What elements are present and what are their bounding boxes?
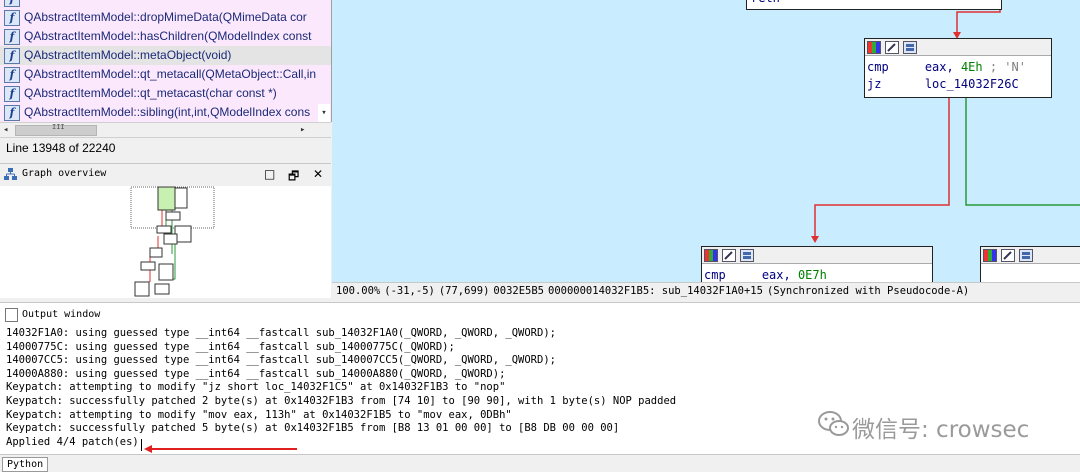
scroll-right-arrow[interactable]: ▸	[300, 123, 305, 137]
file-offset: 0032E5B5	[493, 285, 544, 297]
line-status: Line 13948 of 22240	[6, 141, 116, 155]
function-icon: f	[4, 105, 20, 121]
function-name: QAbstractItemModel::dropMimeData(QMimeDa…	[24, 10, 307, 24]
current-address: 000000014032F1B5: sub_14032F1A0+15	[548, 285, 763, 297]
block-header	[702, 247, 932, 264]
watermark: 微信号: crowsec	[818, 408, 1078, 444]
output-line: 14000A880: using guessed type __int64 __…	[6, 367, 506, 380]
group-icon[interactable]	[1019, 249, 1033, 262]
output-line: Keypatch: successfully patched 2 byte(s)…	[6, 395, 677, 407]
function-name: QAbstractItemModel::hasChildren(QModelIn…	[24, 29, 312, 43]
function-icon: f	[4, 0, 20, 7]
float-button[interactable]: 🗗	[288, 167, 299, 188]
output-line: Keypatch: attempting to modify "jz short…	[6, 381, 506, 394]
output-line: Keypatch: successfully patched 5 byte(s)…	[6, 422, 620, 435]
instruction-jz[interactable]: jz loc_14032F26C	[867, 77, 1019, 91]
close-button[interactable]: ✕	[313, 167, 323, 181]
cursor-position: (-31,-5)	[384, 285, 435, 297]
output-window-title: Output window	[22, 309, 101, 320]
python-button[interactable]: Python	[2, 457, 49, 472]
function-list[interactable]: f fQAbstractItemModel::dropMimeData(QMim…	[0, 0, 332, 122]
function-list-item[interactable]: f QAbstractItemModel::dropMimeData(QMimeD…	[0, 8, 331, 27]
zoom-level: 100.00%	[336, 285, 381, 297]
rename-icon[interactable]	[1001, 249, 1015, 262]
graph-overview-icon	[4, 168, 17, 180]
rename-icon[interactable]	[885, 41, 899, 54]
function-list-item[interactable]: f QAbstractItemModel::metaObject(void)	[0, 46, 331, 65]
output-line: 140007CC5: using guessed type __int64 __…	[6, 354, 556, 367]
output-line: 14032F1A0: using guessed type __int64 __…	[6, 327, 556, 339]
function-icon: f	[4, 86, 20, 102]
function-list-item[interactable]: f QAbstractItemModel::hasChildren(QModelI…	[0, 27, 331, 46]
graph-status-bar: 100.00% (-31,-5) (77,699) 0032E5B5 000000014…	[332, 282, 1080, 300]
output-window-header: Output window	[0, 302, 1080, 328]
code-block[interactable]	[980, 246, 1080, 282]
function-name: QAbstractItemModel::sibling(int,int,QMod…	[24, 105, 311, 119]
function-icon: f	[4, 10, 20, 26]
color-icon[interactable]	[983, 249, 997, 262]
color-icon[interactable]	[867, 41, 881, 54]
code-block[interactable]: cmp eax, 4Eh ; 'N' jz loc_14032F26C	[864, 38, 1052, 98]
graph-view[interactable]: retn cmp eax, 4Eh ; 'N' jz loc_14032F26C…	[332, 0, 1080, 282]
wechat-icon	[818, 411, 849, 436]
function-icon: f	[4, 67, 20, 83]
function-icon: f	[4, 29, 20, 45]
group-icon[interactable]	[740, 249, 754, 262]
graph-overview-header: Graph overview □ 🗗 ✕	[0, 163, 331, 187]
instruction-cmp[interactable]: cmp eax, 4Eh ; 'N'	[867, 60, 1026, 74]
rename-icon[interactable]	[722, 249, 736, 262]
function-name: QAbstractItemModel::qt_metacall(QMetaObj…	[24, 67, 317, 81]
graph-overview-title: Graph overview	[22, 168, 107, 179]
instruction-cmp[interactable]: cmp eax, 0E7h	[704, 268, 827, 282]
block-header	[981, 247, 1080, 264]
scroll-left-arrow[interactable]: ◂	[3, 123, 8, 137]
output-window-icon	[5, 308, 18, 322]
minimize-button[interactable]: □	[264, 167, 275, 181]
output-line: 14000775C: using guessed type __int64 __…	[6, 340, 455, 353]
group-icon[interactable]	[903, 41, 917, 54]
scroll-down-arrow[interactable]: ▾	[318, 104, 330, 122]
function-list-item[interactable]: f QAbstractItemModel::qt_metacall(QMetaOb…	[0, 65, 331, 84]
block-header	[865, 39, 1051, 56]
function-icon: f	[4, 48, 20, 64]
scrollbar-thumb[interactable]: III	[15, 123, 97, 136]
list-item-partial[interactable]: f	[0, 0, 331, 8]
cli-bar: Python	[0, 454, 1080, 472]
code-block-partial[interactable]: retn	[746, 0, 1002, 10]
function-list-item[interactable]: f QAbstractItemModel::sibling(int,int,QMo…	[0, 103, 331, 122]
horizontal-scrollbar[interactable]: ◂ III ▸	[0, 122, 331, 138]
function-name: QAbstractItemModel::qt_metacast(char con…	[24, 86, 277, 100]
code-block[interactable]: cmp eax, 0E7h	[701, 246, 933, 282]
graph-overview-canvas[interactable]	[0, 186, 331, 298]
function-list-item[interactable]: f QAbstractItemModel::qt_metacast(char co…	[0, 84, 331, 103]
output-line: Keypatch: attempting to modify "mov eax,…	[6, 408, 512, 421]
sync-status: (Synchronized with Pseudocode-A)	[766, 285, 970, 297]
output-line: Applied 4/4 patch(es)	[6, 435, 139, 448]
color-icon[interactable]	[704, 249, 718, 262]
view-position: (77,699)	[438, 285, 490, 297]
function-name: QAbstractItemModel::metaObject(void)	[24, 48, 232, 62]
